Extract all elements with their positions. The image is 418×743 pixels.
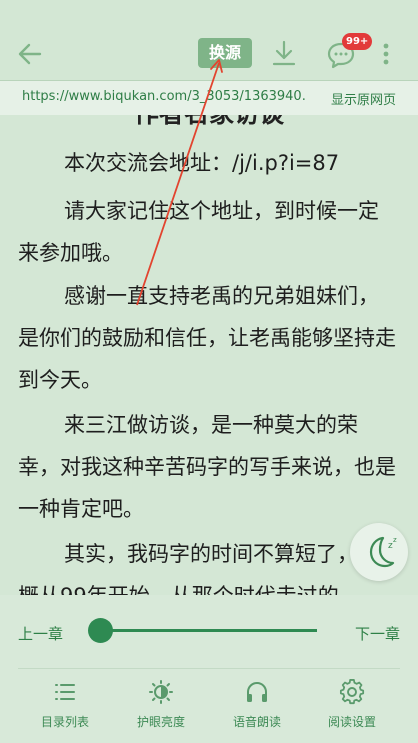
menu-voice-read[interactable]: 语音朗读 xyxy=(212,679,302,733)
paragraph: 其实，我码字的时间不算短了，大概从99年开始，从那个时代走过的 xyxy=(18,542,379,595)
night-mode-button[interactable]: z z xyxy=(350,523,408,581)
menu-brightness[interactable]: 护眼亮度 xyxy=(116,679,206,733)
menu-reading-settings-label: 阅读设置 xyxy=(327,715,376,729)
brightness-icon xyxy=(149,680,173,704)
download-icon xyxy=(272,40,296,66)
paragraph: 感谢一直支持老禹的兄弟姐妹们，是你们的鼓励和信任，让老禹能够坚持走到今天。 xyxy=(18,284,396,392)
more-menu-button[interactable] xyxy=(378,38,394,70)
top-toolbar: 换源 99+ xyxy=(0,0,418,80)
download-button[interactable] xyxy=(268,38,300,70)
svg-text:z: z xyxy=(393,536,397,544)
paragraph: 来三江做访谈，是一种莫大的荣幸，对我这种辛苦码字的写手来说，也是一种肯定吧。 xyxy=(18,413,396,521)
divider xyxy=(18,668,400,669)
source-url[interactable]: https://www.biqukan.com/3_3053/1363940..… xyxy=(22,89,307,104)
reader-bottom-panel: 上一章 下一章 目录列表 护眼亮度 语音朗读 阅读设置 xyxy=(0,595,418,743)
chapter-progress-thumb[interactable] xyxy=(88,618,113,643)
back-arrow-icon xyxy=(18,43,42,65)
more-vertical-icon xyxy=(383,43,389,65)
change-source-button[interactable]: 换源 xyxy=(198,38,252,68)
back-button[interactable] xyxy=(14,38,46,70)
menu-reading-settings[interactable]: 阅读设置 xyxy=(307,679,397,733)
chapter-progress-track[interactable] xyxy=(100,629,317,632)
menu-catalog[interactable]: 目录列表 xyxy=(20,679,110,733)
paragraph: 请大家记住这个地址，到时候一定来参加哦。 xyxy=(18,199,379,265)
next-chapter-button[interactable]: 下一章 xyxy=(355,623,400,644)
menu-brightness-label: 护眼亮度 xyxy=(136,715,185,729)
menu-voice-read-label: 语音朗读 xyxy=(232,715,281,729)
show-original-page-link[interactable]: 显示原网页 xyxy=(331,89,396,108)
menu-catalog-label: 目录列表 xyxy=(40,715,89,729)
moon-icon: z z xyxy=(369,536,397,568)
list-icon xyxy=(55,684,75,700)
paragraph: 本次交流会地址：/j/i.p?i=87 xyxy=(64,151,340,175)
prev-chapter-button[interactable]: 上一章 xyxy=(18,623,63,644)
gear-icon xyxy=(339,679,365,705)
headphones-icon xyxy=(247,681,267,702)
comment-count-badge: 99+ xyxy=(342,33,373,50)
source-url-bar: https://www.biqukan.com/3_3053/1363940..… xyxy=(0,80,418,115)
